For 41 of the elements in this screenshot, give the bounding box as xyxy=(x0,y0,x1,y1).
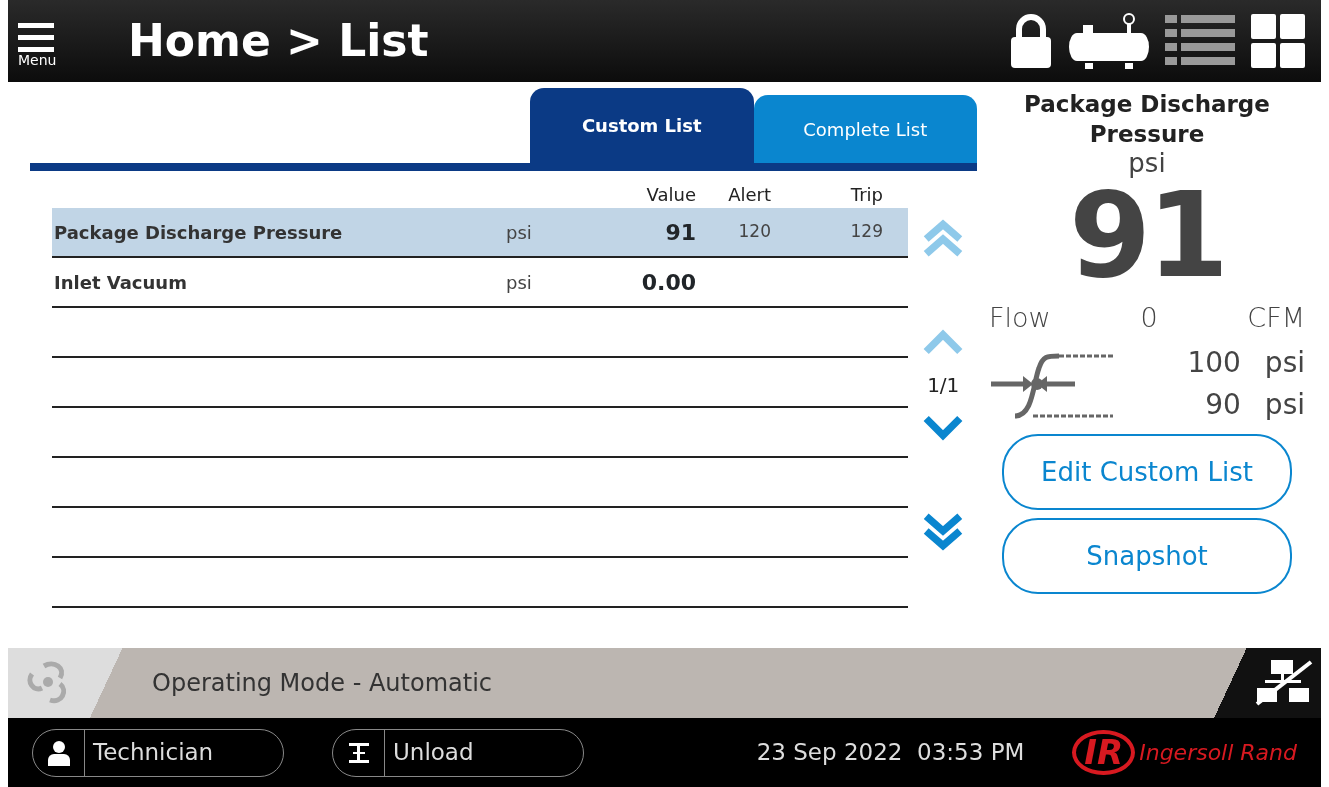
compressor-icon[interactable] xyxy=(1069,11,1149,71)
snapshot-button[interactable]: Snapshot xyxy=(1002,518,1292,595)
tab[interactable]: Complete List xyxy=(753,95,977,163)
unload-icon xyxy=(346,741,371,764)
value-text: 91 xyxy=(665,219,696,245)
column-header: Value xyxy=(646,184,696,205)
edit-custom-list-button[interactable]: Edit Custom List xyxy=(1002,434,1292,511)
grid-icon[interactable] xyxy=(1251,14,1305,68)
network-disconnected-icon xyxy=(1253,658,1313,708)
unit-text: psi xyxy=(506,271,532,293)
alert-text: 120 xyxy=(738,221,771,242)
parameter-name: Package Discharge Pressure xyxy=(54,221,343,243)
unit-text: psi xyxy=(506,221,532,243)
menu-icon xyxy=(18,21,54,53)
setpoint-value: 100 xyxy=(1187,345,1241,382)
detail-title: Package Discharge Pressure xyxy=(1023,90,1271,149)
flow-unit: CFM xyxy=(1247,300,1305,335)
flow-label: Flow xyxy=(989,300,1051,335)
setpoint-unit: psi xyxy=(1264,345,1305,382)
value-text: 0.00 xyxy=(641,269,696,295)
operating-mode-text: Operating Mode - Automatic xyxy=(152,668,492,699)
trip-text: 129 xyxy=(850,221,883,242)
table-row[interactable]: Inlet Vacuum psi 0.00 xyxy=(52,258,909,308)
lock-icon[interactable] xyxy=(1009,13,1053,69)
mode-button[interactable]: Unload xyxy=(332,728,584,777)
column-header: Trip xyxy=(850,184,883,205)
user-button[interactable]: Technician xyxy=(32,728,284,777)
company-logo: IR Ingersoll Rand xyxy=(1072,729,1297,776)
column-header: Alert xyxy=(728,184,771,205)
user-icon xyxy=(47,739,70,766)
detail-unit: psi xyxy=(1127,149,1167,176)
menu-button[interactable]: Menu xyxy=(8,15,78,67)
date-time: 23 Sep 2022 03:53 PM xyxy=(756,738,1025,768)
flow-value: 0 xyxy=(1140,300,1158,335)
parameter-name: Inlet Vacuum xyxy=(54,271,187,293)
page-title: Home > List xyxy=(128,14,429,68)
setpoint-value: 90 xyxy=(1205,387,1241,424)
tab[interactable]: Custom List xyxy=(530,88,754,163)
page-indicator: 1/1 xyxy=(927,372,960,399)
setpoint-unit: psi xyxy=(1264,387,1305,424)
table-row[interactable]: Package Discharge Pressure psi 91 120 129 xyxy=(52,208,909,258)
